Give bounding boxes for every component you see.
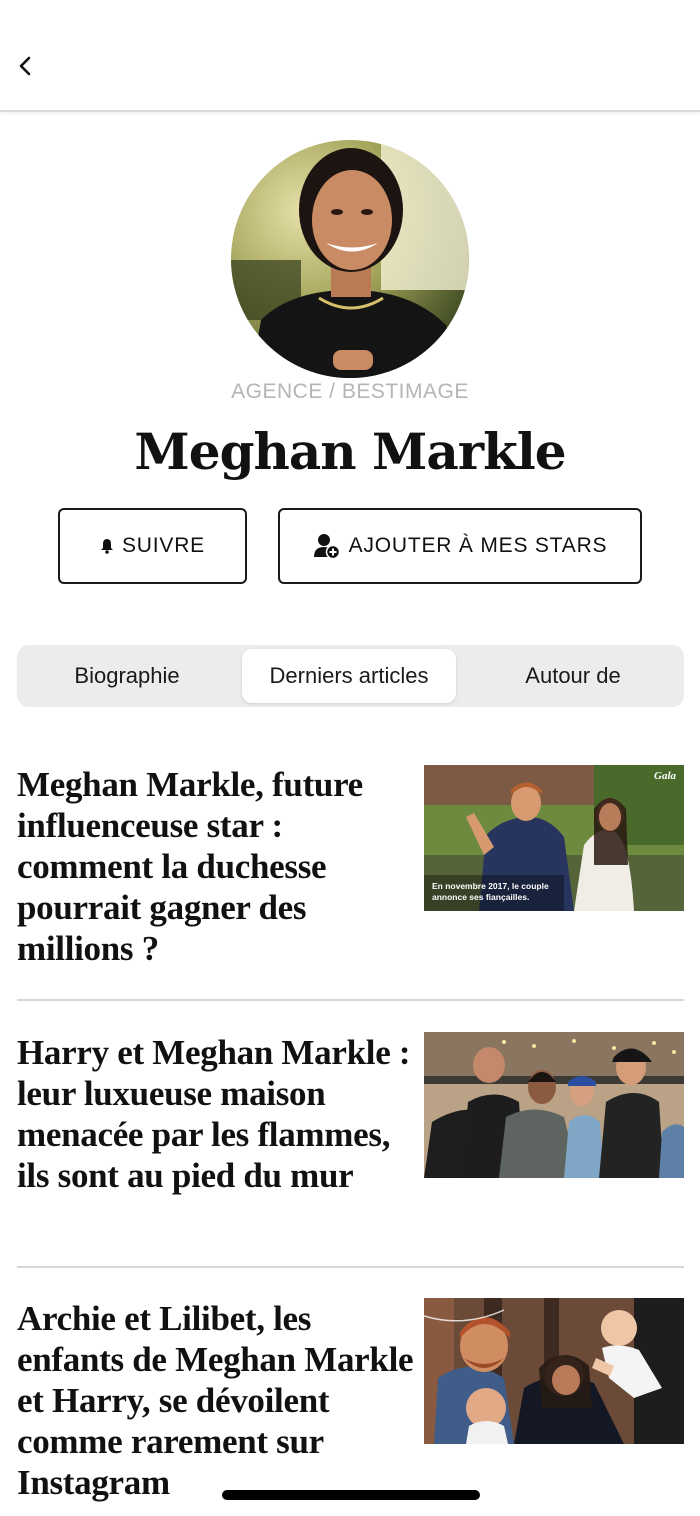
follow-button[interactable]: SUIVRE: [58, 508, 247, 584]
add-to-my-stars-button[interactable]: AJOUTER À MES STARS: [278, 508, 642, 584]
article-title: Meghan Markle, future influenceuse star …: [17, 765, 363, 968]
top-navigation-bar: [0, 0, 700, 112]
follow-button-label: SUIVRE: [122, 534, 205, 557]
page-title: Meghan Markle: [134, 422, 566, 481]
article-thumbnail: [424, 1298, 684, 1444]
home-indicator[interactable]: [222, 1490, 480, 1500]
tab-derniers-articles[interactable]: Derniers articles: [242, 649, 456, 703]
segmented-tabs: Biographie Derniers articles Autour de: [17, 645, 684, 707]
tab-biographie[interactable]: Biographie: [25, 649, 229, 703]
thumbnail-logo: Gala: [654, 770, 677, 782]
article-thumbnail: En novembre 2017, le couple annonce ses f…: [424, 765, 684, 911]
add-to-my-stars-label: AJOUTER À MES STARS: [348, 534, 608, 557]
avatar: [231, 140, 469, 378]
add-user-icon: [313, 533, 341, 559]
divider: [17, 1266, 684, 1268]
article-thumbnail: [424, 1032, 684, 1178]
article-title: Archie et Lilibet, les enfants de Meghan…: [17, 1299, 414, 1502]
article-item[interactable]: Meghan Markle, future influenceuse star …: [17, 764, 684, 974]
photo-credit: AGENCE / BESTIMAGE: [231, 380, 469, 403]
article-title: Harry et Meghan Markle : leur luxueuse m…: [17, 1033, 411, 1195]
profile-photo: [231, 140, 469, 378]
article-item[interactable]: Harry et Meghan Markle : leur luxueuse m…: [17, 1032, 684, 1242]
divider: [17, 999, 684, 1001]
tab-autour-de[interactable]: Autour de: [469, 649, 677, 703]
article-item[interactable]: Archie et Lilibet, les enfants de Meghan…: [17, 1298, 684, 1502]
bell-icon: [100, 538, 114, 554]
back-button[interactable]: [8, 46, 42, 86]
chevron-left-icon: [19, 56, 31, 76]
